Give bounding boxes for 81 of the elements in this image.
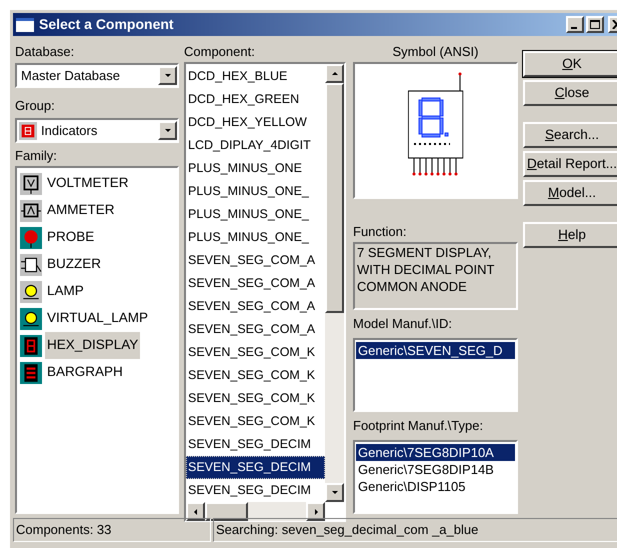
component-item[interactable]: SEVEN_SEG_DECIM	[186, 479, 325, 502]
component-label: Component:	[184, 44, 256, 60]
dropdown[interactable]: Indicators	[15, 118, 179, 143]
family-icon	[20, 226, 42, 248]
family-icon	[20, 200, 42, 222]
family-item[interactable]: VIRTUAL_LAMP	[45, 305, 150, 332]
minimize-icon	[571, 26, 577, 28]
function-text: 7 SEGMENT DISPLAY, WITH DECIMAL POINT COMMON ANODE	[357, 244, 496, 296]
family-item[interactable]: HEX_DISPLAY	[45, 332, 140, 359]
list-item[interactable]: Generic\DISP1105	[356, 478, 515, 495]
family-item[interactable]: PROBE	[45, 224, 96, 251]
family-item[interactable]: VOLTMETER	[45, 170, 131, 197]
vertical-scrollbar[interactable]	[325, 64, 344, 502]
window-icon	[16, 18, 34, 32]
component-item[interactable]: SEVEN_SEG_COM_K	[186, 387, 325, 410]
model-label: Model Manuf.\ID:	[353, 316, 453, 332]
dialog-button[interactable]: OK	[523, 51, 617, 77]
component-item[interactable]: PLUS_MINUS_ONE_	[186, 180, 325, 203]
window-title: Select a Component	[39, 15, 174, 34]
maximize-button[interactable]	[586, 16, 604, 33]
family-icon	[20, 172, 42, 194]
minimize-button[interactable]	[566, 16, 584, 33]
family-label: Family:	[15, 148, 58, 164]
component-item[interactable]: SEVEN_SEG_COM_A	[186, 295, 325, 318]
component-item[interactable]: PLUS_MINUS_ONE	[186, 157, 325, 180]
family-item[interactable]: BUZZER	[45, 251, 103, 278]
symbol-label: Symbol (ANSI)	[392, 44, 478, 60]
scroll-right-button[interactable]	[306, 502, 325, 521]
family-list[interactable]: VOLTMETER AMMETER PROBE BUZZER LAMP VIRTUAL_LAMP HEX_DISPLAY BARGRAPH	[15, 166, 179, 514]
component-list[interactable]	[184, 62, 346, 522]
dialog-button[interactable]: Model...	[523, 180, 617, 206]
function-label: Function:	[353, 224, 408, 240]
dialog-button[interactable]: Detail Report...	[523, 151, 617, 177]
dropdown-arrow-button[interactable]	[158, 66, 177, 85]
dropdown-arrow-button[interactable]	[158, 121, 177, 140]
family-icon	[20, 362, 42, 384]
component-item[interactable]: SEVEN_SEG_COM_K	[186, 341, 325, 364]
component-item[interactable]: DCD_HEX_GREEN	[186, 88, 325, 111]
list-item[interactable]: Generic\7SEG8DIP10A	[356, 444, 515, 461]
component-item[interactable]: LCD_DIPLAY_4DIGIT	[186, 134, 325, 157]
family-item[interactable]: BARGRAPH	[45, 359, 125, 386]
horizontal-scrollbar[interactable]	[186, 502, 325, 521]
dropdown-value: Indicators	[40, 122, 98, 140]
maximize-icon	[590, 20, 600, 29]
footprint-label: Footprint Manuf.\Type:	[353, 418, 484, 434]
model-list[interactable]: Generic\SEVEN_SEG_D	[353, 338, 518, 412]
status-panel: Components: 33	[13, 518, 211, 542]
component-item[interactable]: SEVEN_SEG_DECIM	[186, 433, 325, 456]
component-item[interactable]: PLUS_MINUS_ONE_	[186, 226, 325, 249]
component-item[interactable]: PLUS_MINUS_ONE_	[186, 203, 325, 226]
family-item[interactable]: AMMETER	[45, 197, 116, 224]
dropdown-value: Master Database	[20, 66, 121, 85]
list-item[interactable]: Generic\7SEG8DIP14B	[356, 461, 515, 478]
family-icon	[20, 254, 42, 276]
family-item[interactable]: LAMP	[45, 278, 86, 305]
component-item[interactable]: SEVEN_SEG_COM_A	[186, 318, 325, 341]
dialog-button[interactable]: Close	[523, 80, 617, 106]
group-label: Group:	[15, 98, 56, 114]
scrollbar-thumb[interactable]	[205, 502, 248, 521]
component-item[interactable]: SEVEN_SEG_COM_K	[186, 410, 325, 433]
family-icon	[20, 280, 42, 302]
dropdown[interactable]: Master Database	[15, 63, 179, 88]
status-panel: Searching: seven_seg_decimal_com _a_blue	[213, 518, 617, 542]
dialog-button[interactable]: Help	[523, 222, 617, 248]
family-icon	[20, 334, 42, 356]
family-icon	[20, 308, 42, 330]
scrollbar-thumb[interactable]	[325, 83, 344, 313]
component-item[interactable]: DCD_HEX_YELLOW	[186, 111, 325, 134]
indicator-icon	[19, 122, 37, 140]
list-item[interactable]: Generic\SEVEN_SEG_D	[356, 342, 515, 359]
database-label: Database:	[15, 44, 76, 60]
component-item[interactable]: SEVEN_SEG_COM_A	[186, 249, 325, 272]
component-item[interactable]: DCD_HEX_BLUE	[186, 65, 325, 88]
component-item[interactable]: SEVEN_SEG_COM_K	[186, 364, 325, 387]
scroll-up-button[interactable]	[325, 64, 344, 83]
scroll-down-button[interactable]	[325, 483, 344, 502]
scroll-left-button[interactable]	[186, 502, 205, 521]
component-item[interactable]: SEVEN_SEG_DECIM	[186, 456, 325, 479]
dialog-button[interactable]: Search...	[523, 122, 617, 148]
component-item[interactable]: SEVEN_SEG_COM_A	[186, 272, 325, 295]
footprint-list[interactable]: Generic\7SEG8DIP10A Generic\7SEG8DIP14B Generic\DISP1105	[353, 440, 518, 514]
